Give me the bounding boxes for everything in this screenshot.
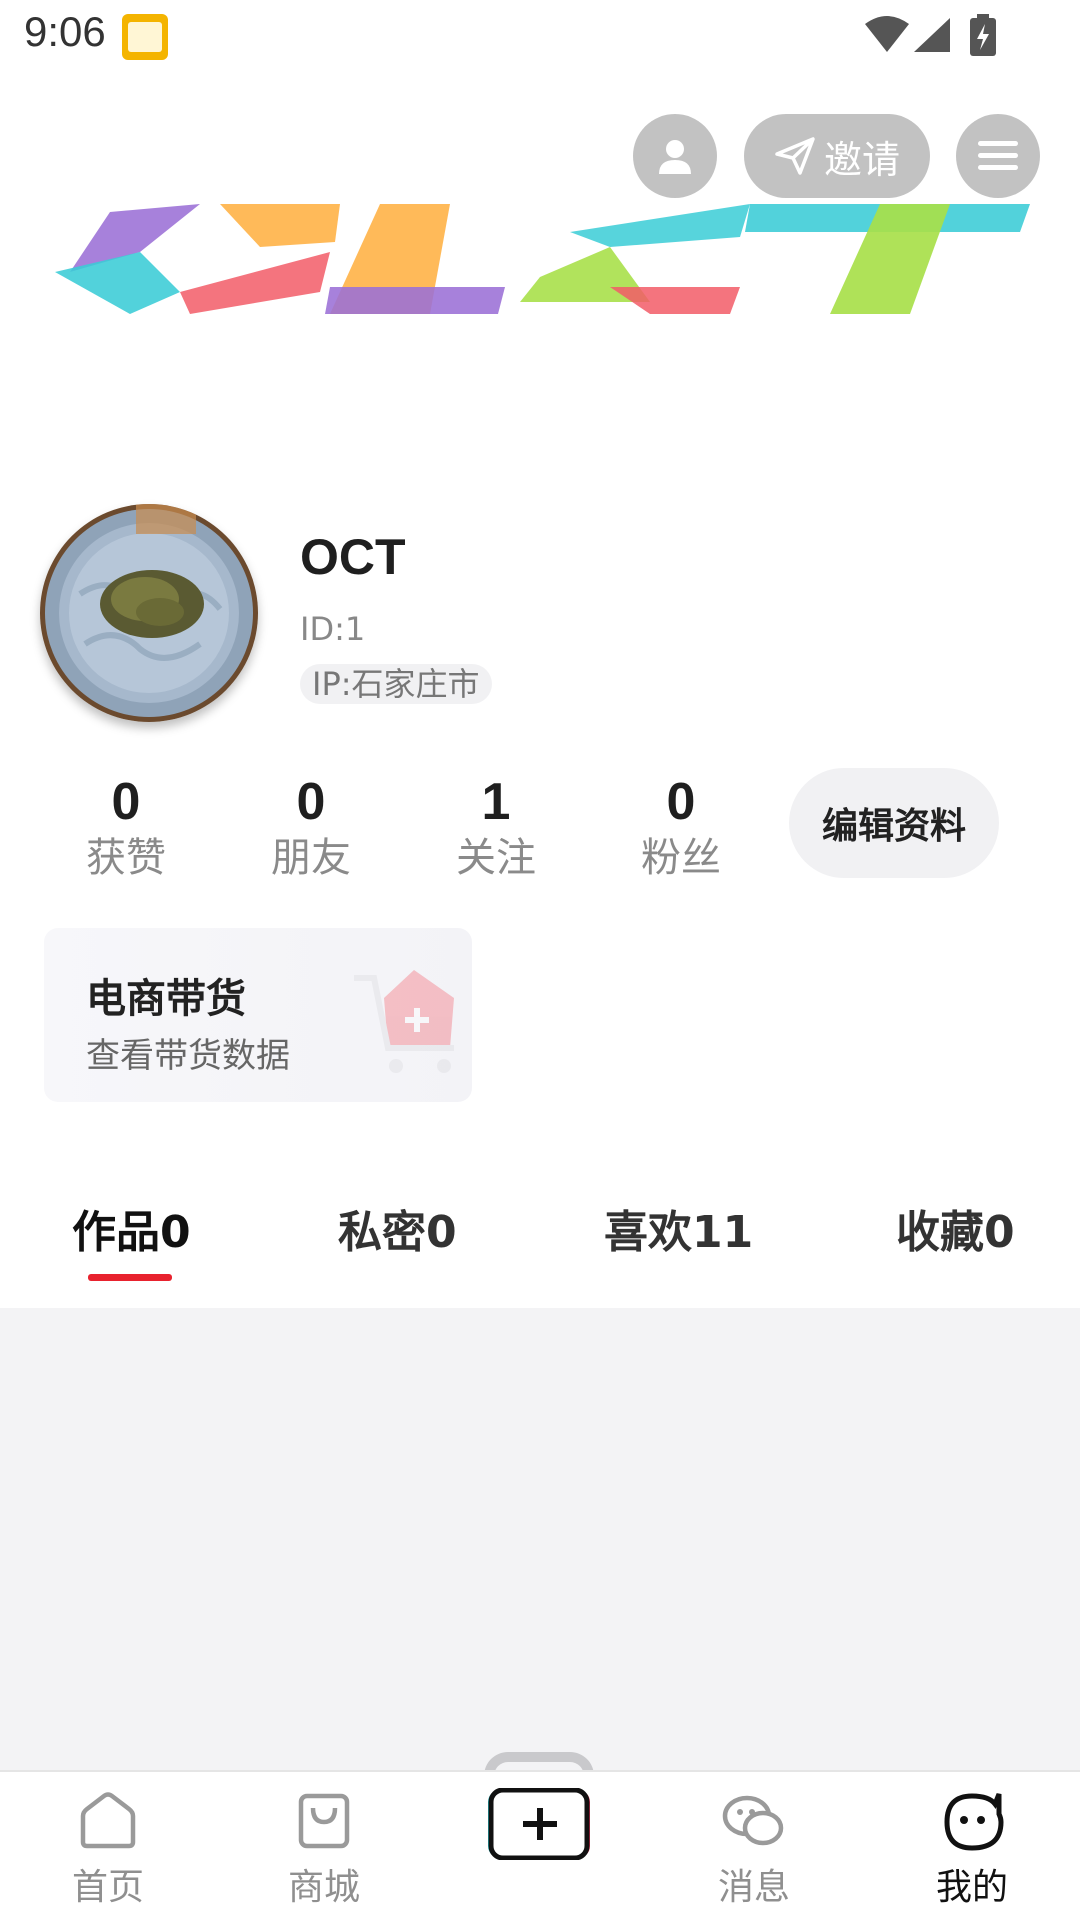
- nav-home[interactable]: 首页: [38, 1790, 178, 1910]
- app-notification-icon: [122, 14, 168, 60]
- face-icon: [944, 1793, 1004, 1851]
- create-post-button[interactable]: [486, 1787, 594, 1861]
- profile-page: 9:06 邀请 OCT ID:1 IP:石家庄市 0 获赞 0 朋友 1 关注 …: [0, 0, 1080, 1920]
- status-bar: 9:06: [0, 0, 1080, 72]
- add-icon: [488, 1787, 590, 1861]
- nav-label: 商城: [287, 1867, 360, 1908]
- tab-favorites[interactable]: 收藏0: [896, 1196, 1015, 1260]
- nav-messages[interactable]: 消息: [684, 1790, 824, 1910]
- stat-followers[interactable]: 0 粉丝: [601, 772, 761, 884]
- stat-label: 朋友: [271, 835, 351, 881]
- works-grid-area: [0, 1308, 1080, 1770]
- home-icon: [80, 1792, 136, 1849]
- shopping-cart-icon: [354, 970, 454, 1073]
- ecommerce-title: 电商带货: [86, 976, 246, 1022]
- invite-label: 邀请: [823, 137, 900, 182]
- hamburger-menu-icon: [978, 141, 1018, 170]
- stat-value: 0: [111, 773, 141, 831]
- signal-icon: [914, 18, 950, 52]
- stat-label: 关注: [456, 835, 536, 881]
- nav-me[interactable]: 我的: [902, 1790, 1042, 1910]
- avatar-image: [40, 504, 258, 722]
- tab-works[interactable]: 作品0: [72, 1196, 191, 1260]
- banner-logo: [55, 204, 1030, 314]
- bottom-navigation: 首页 商城 消息 我的: [0, 1770, 1080, 1920]
- nav-label: 消息: [717, 1867, 790, 1908]
- stat-label: 获赞: [86, 835, 166, 881]
- invite-button[interactable]: 邀请: [744, 114, 930, 198]
- chat-icon: [722, 1795, 784, 1846]
- stat-following[interactable]: 1 关注: [416, 772, 576, 884]
- tab-likes[interactable]: 喜欢11: [604, 1196, 753, 1260]
- tab-private[interactable]: 私密0: [338, 1196, 457, 1260]
- shopping-bag-icon: [298, 1793, 350, 1849]
- avatar[interactable]: [40, 504, 258, 722]
- stat-friends[interactable]: 0 朋友: [231, 772, 391, 884]
- ecommerce-subtitle: 查看带货数据: [86, 1036, 290, 1076]
- active-tab-indicator: [88, 1274, 172, 1281]
- wifi-icon: [865, 16, 909, 52]
- send-icon: [775, 137, 815, 175]
- ecommerce-card[interactable]: 电商带货 查看带货数据: [44, 928, 472, 1102]
- stat-value: 1: [481, 773, 511, 831]
- nav-label: 首页: [71, 1867, 144, 1908]
- stat-value: 0: [666, 773, 696, 831]
- stat-likes[interactable]: 0 获赞: [46, 772, 206, 884]
- status-time: 9:06: [24, 8, 106, 55]
- edit-profile-button[interactable]: 编辑资料: [789, 768, 999, 878]
- battery-icon: [970, 14, 996, 56]
- ip-location-badge: IP:石家庄市: [300, 664, 492, 704]
- person-icon: [659, 140, 691, 174]
- stat-label: 粉丝: [641, 835, 721, 881]
- profile-switch-button[interactable]: [633, 114, 717, 198]
- nav-label: 我的: [935, 1867, 1008, 1908]
- nav-mall[interactable]: 商城: [254, 1790, 394, 1910]
- username: OCT: [300, 529, 406, 585]
- stat-value: 0: [296, 773, 326, 831]
- menu-button[interactable]: [956, 114, 1040, 198]
- user-id: ID:1: [300, 610, 366, 648]
